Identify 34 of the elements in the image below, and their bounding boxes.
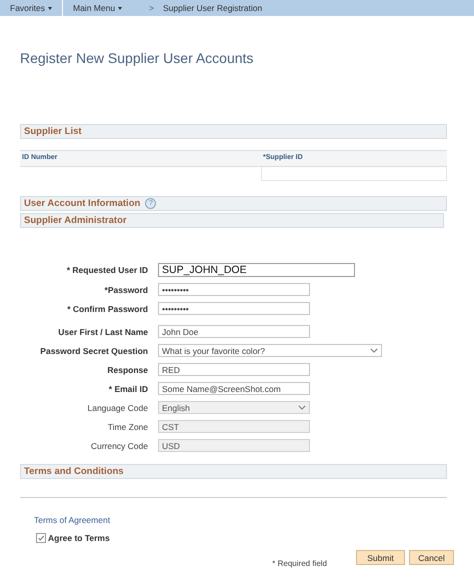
input-field[interactable]: SUP_JOHN_DOE xyxy=(158,263,355,277)
nav-menu[interactable]: Main Menu xyxy=(63,0,129,16)
caret-icon xyxy=(298,405,306,410)
field-label: * Email ID xyxy=(108,384,149,394)
breadcrumb-item: Supplier User Registration xyxy=(162,3,262,13)
field-label: Language Code xyxy=(86,402,149,412)
field-label: Response xyxy=(106,364,149,374)
nav-menu[interactable]: Favorites xyxy=(0,0,63,16)
breadcrumb-separator: > xyxy=(149,3,154,13)
input-field[interactable]: RED xyxy=(158,363,310,376)
section-title: Supplier List xyxy=(24,126,82,137)
field-label: * Requested User ID xyxy=(66,265,149,275)
field-label: *Password xyxy=(104,284,149,294)
input-field[interactable]: ••••••••• xyxy=(158,302,310,315)
caret-icon xyxy=(370,348,378,353)
submit-button[interactable]: Submit xyxy=(356,550,405,565)
input-field[interactable]: John Doe xyxy=(158,325,310,338)
section-title: Terms and Conditions xyxy=(24,466,124,477)
input-field[interactable]: ••••••••• xyxy=(158,283,310,296)
field-label: Time Zone xyxy=(106,422,149,432)
required-note: * Required field xyxy=(272,559,327,568)
terms-link[interactable]: Terms of Agreement xyxy=(34,515,110,525)
field-label: Currency Code xyxy=(90,440,149,450)
input-field[interactable]: Some Name@ScreenShot.com xyxy=(158,382,310,395)
field-label: Password Secret Question xyxy=(39,346,149,356)
field-label: * Confirm Password xyxy=(66,304,149,314)
section-title: User Account Information xyxy=(24,198,140,209)
dropdown-field[interactable]: What is your favorite color? xyxy=(158,344,382,357)
page-title: Register New Supplier User Accounts xyxy=(19,49,254,68)
field-label: User First / Last Name xyxy=(57,326,149,336)
cancel-button[interactable]: Cancel xyxy=(409,550,454,565)
checkbox[interactable] xyxy=(36,533,46,543)
checkbox-label: Agree to Terms xyxy=(48,533,110,543)
section-title: Supplier Administrator xyxy=(24,215,127,226)
